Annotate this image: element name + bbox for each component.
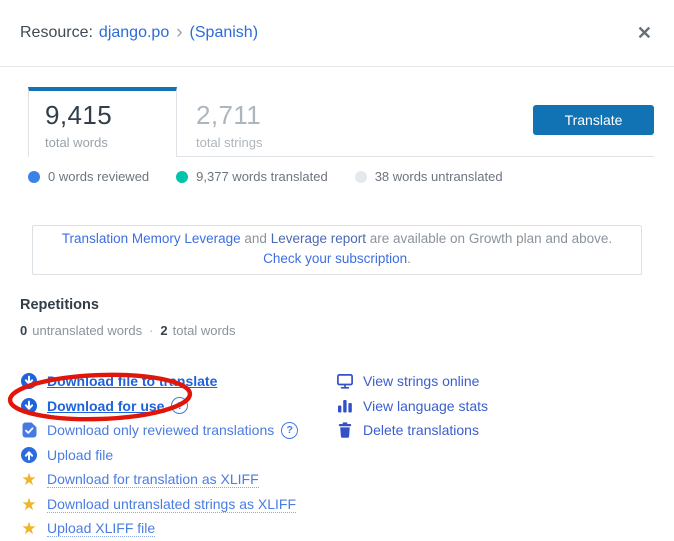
link-label: Upload file xyxy=(47,447,113,463)
resource-name-link[interactable]: django.po xyxy=(99,24,169,42)
star-icon: ★ xyxy=(20,496,38,513)
trash-icon xyxy=(336,422,354,438)
total-words-stat-label: total words xyxy=(173,323,236,338)
total-strings-label: total strings xyxy=(196,135,262,150)
repetitions-stats: 0 untranslated words · 2 total words xyxy=(20,323,654,338)
link-label: Delete translations xyxy=(363,422,479,438)
plan-notice-line2: Check your subscription. xyxy=(43,249,631,269)
monitor-icon xyxy=(336,374,354,389)
untranslated-dot-icon xyxy=(355,171,367,183)
legend-item-untranslated: 38 words untranslated xyxy=(355,169,503,184)
total-words-value: 9,415 xyxy=(45,100,176,131)
legend-item-reviewed: 0 words reviewed xyxy=(28,169,149,184)
legend-item-translated: 9,377 words translated xyxy=(176,169,328,184)
resource-details-modal: { "window": { "close_icon": "✕" }, "head… xyxy=(0,0,674,536)
legend-reviewed-label: 0 words reviewed xyxy=(48,169,149,184)
plan-notice-line1: Translation Memory Leverage and Leverage… xyxy=(43,229,631,249)
legend-translated-label: 9,377 words translated xyxy=(196,169,328,184)
tm-leverage-link[interactable]: Translation Memory Leverage xyxy=(62,231,241,246)
actions-section: Download file to translate Download for … xyxy=(20,369,654,541)
notice-tail-text: are available on Growth plan and above. xyxy=(366,231,612,246)
tab-total-strings[interactable]: 2,711 total strings xyxy=(177,87,262,157)
view-actions-column: View strings online View language stats … xyxy=(336,369,488,541)
link-label: Download for translation as XLIFF xyxy=(47,471,259,488)
star-icon: ★ xyxy=(20,471,38,488)
resource-label: Resource: xyxy=(20,24,93,42)
notice-and-text: and xyxy=(241,231,271,246)
tab-total-words[interactable]: 9,415 total words xyxy=(28,87,177,157)
untranslated-words-count: 0 xyxy=(20,323,27,338)
modal-body: 9,415 total words 2,711 total strings Tr… xyxy=(0,87,674,541)
link-label: Download untranslated strings as XLIFF xyxy=(47,496,296,513)
words-legend: 0 words reviewed 9,377 words translated … xyxy=(20,169,654,184)
download-circle-icon xyxy=(20,398,38,414)
view-strings-online-link[interactable]: View strings online xyxy=(336,369,488,394)
download-translation-xliff-link[interactable]: ★ Download for translation as XLIFF xyxy=(20,467,336,492)
link-label: Upload XLIFF file xyxy=(47,520,155,537)
language-link[interactable]: (Spanish) xyxy=(190,24,258,42)
link-label: View strings online xyxy=(363,373,479,389)
upload-file-link[interactable]: Upload file xyxy=(20,443,336,468)
link-label: Download only reviewed translations xyxy=(47,422,274,438)
modal-title: Resource: django.po › (Spanish) xyxy=(20,23,258,44)
document-check-icon xyxy=(20,422,38,438)
legend-untranslated-label: 38 words untranslated xyxy=(375,169,503,184)
link-label: Download for use xyxy=(47,398,164,414)
modal-header: Resource: django.po › (Spanish) ✕ xyxy=(0,0,674,67)
total-strings-value: 2,711 xyxy=(196,100,262,131)
file-actions-column: Download file to translate Download for … xyxy=(20,369,336,541)
stats-tabs: 9,415 total words 2,711 total strings Tr… xyxy=(20,87,654,157)
upload-circle-icon xyxy=(20,447,38,463)
untranslated-words-label: untranslated words xyxy=(32,323,142,338)
total-words-label: total words xyxy=(45,135,176,150)
download-only-reviewed-link[interactable]: Download only reviewed translations ? xyxy=(20,418,336,443)
reviewed-dot-icon xyxy=(28,171,40,183)
bar-chart-icon xyxy=(336,399,354,413)
leverage-report-link[interactable]: Leverage report xyxy=(271,231,366,246)
link-label: Download file to translate xyxy=(47,373,217,389)
download-untranslated-xliff-link[interactable]: ★ Download untranslated strings as XLIFF xyxy=(20,492,336,517)
notice-period: . xyxy=(407,251,411,266)
help-question-icon[interactable]: ? xyxy=(281,422,298,439)
translated-dot-icon xyxy=(176,171,188,183)
close-icon[interactable]: ✕ xyxy=(637,24,652,42)
translate-button[interactable]: Translate xyxy=(533,105,654,135)
check-subscription-link[interactable]: Check your subscription xyxy=(263,251,407,266)
star-icon: ★ xyxy=(20,520,38,537)
link-label: View language stats xyxy=(363,398,488,414)
repetitions-heading: Repetitions xyxy=(20,297,654,313)
download-file-to-translate-link[interactable]: Download file to translate xyxy=(20,369,336,394)
dot-separator: · xyxy=(149,323,153,338)
view-language-stats-link[interactable]: View language stats xyxy=(336,394,488,419)
total-words-count: 2 xyxy=(160,323,167,338)
upload-xliff-link[interactable]: ★ Upload XLIFF file xyxy=(20,517,336,541)
help-question-icon[interactable]: ? xyxy=(171,397,188,414)
delete-translations-link[interactable]: Delete translations xyxy=(336,418,488,443)
plan-notice-box: Translation Memory Leverage and Leverage… xyxy=(32,225,642,275)
chevron-right-icon: › xyxy=(176,23,182,42)
download-circle-icon xyxy=(20,373,38,389)
download-for-use-link[interactable]: Download for use ? xyxy=(20,394,336,419)
